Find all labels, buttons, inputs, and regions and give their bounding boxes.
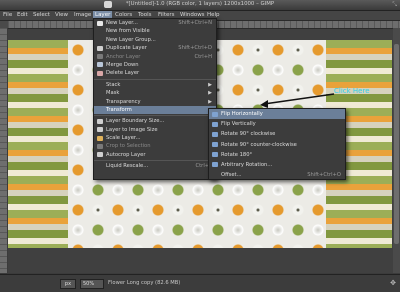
annotation-click-here: Click Here xyxy=(334,87,370,95)
menu-item-scale-layer[interactable]: Scale Layer... xyxy=(94,134,216,142)
menu-image[interactable]: Image xyxy=(74,12,91,18)
rotate-ccw-icon xyxy=(212,142,218,148)
menu-item-crop-to-selection[interactable]: Crop to Selection xyxy=(94,142,216,150)
window-titlebar: *[Untitled]-1.0 (RGB color, 1 layers) 12… xyxy=(0,0,400,11)
menu-item-new-from-visible[interactable]: New from Visible xyxy=(94,27,216,35)
menu-select[interactable]: Select xyxy=(33,12,50,18)
rotate-180-icon xyxy=(212,152,218,158)
navigate-icon[interactable]: ✥ xyxy=(390,279,396,287)
menu-separator xyxy=(94,115,216,117)
crop-icon xyxy=(97,143,103,149)
flip-vertical-icon xyxy=(212,121,218,127)
scale-icon xyxy=(97,135,103,141)
new-layer-icon xyxy=(97,20,103,26)
menu-item-new-layer[interactable]: New Layer... Shift+Ctrl+N xyxy=(94,19,216,27)
submenu-item-offset[interactable]: Offset... Shift+Ctrl+O xyxy=(209,170,345,180)
zoom-selector[interactable]: 50% xyxy=(80,279,104,289)
submenu-item-rotate-180[interactable]: Rotate 180° xyxy=(209,150,345,160)
menu-item-duplicate-layer[interactable]: Duplicate Layer Shift+Ctrl+D xyxy=(94,44,216,52)
vertical-scrollbar[interactable] xyxy=(393,28,400,273)
submenu-item-arbitrary-rotation[interactable]: Arbitrary Rotation... xyxy=(209,160,345,170)
resize-icon[interactable]: ⤡ xyxy=(392,1,397,9)
anchor-icon xyxy=(97,54,103,60)
layer-to-image-icon xyxy=(97,127,103,133)
menu-separator xyxy=(94,160,216,162)
menu-item-new-layer-group[interactable]: New Layer Group... xyxy=(94,36,216,44)
unit-selector[interactable]: px xyxy=(60,279,76,289)
menu-item-autocrop-layer[interactable]: Autocrop Layer xyxy=(94,151,216,159)
menu-file[interactable]: File xyxy=(3,12,12,18)
menu-item-liquid-rescale[interactable]: Liquid Rescale... Ctrl+L xyxy=(94,162,216,170)
layer-menu: New Layer... Shift+Ctrl+N New from Visibl… xyxy=(93,18,217,180)
menu-item-layer-boundary-size[interactable]: Layer Boundary Size... xyxy=(94,117,216,125)
rotate-cw-icon xyxy=(212,131,218,137)
menu-item-merge-down[interactable]: Merge Down xyxy=(94,61,216,69)
annotation-arrow-icon xyxy=(260,93,335,108)
ruler-corner[interactable] xyxy=(0,21,8,28)
boundary-icon xyxy=(97,118,103,124)
submenu-item-flip-vertically[interactable]: Flip Vertically xyxy=(209,119,345,129)
menu-item-anchor-layer[interactable]: Anchor Layer Ctrl+H xyxy=(94,53,216,61)
merge-icon xyxy=(97,62,103,68)
stripe-border-left xyxy=(8,40,68,248)
status-message: Flower Long copy (82.6 MB) xyxy=(108,280,181,286)
vertical-ruler[interactable] xyxy=(0,28,7,273)
arbitrary-rotation-icon xyxy=(212,162,218,168)
menu-item-layer-to-image-size[interactable]: Layer to Image Size xyxy=(94,126,216,134)
flip-horizontal-icon xyxy=(212,111,218,117)
menu-item-delete-layer[interactable]: Delete Layer xyxy=(94,69,216,77)
menu-item-transparency[interactable]: Transparency ▶ xyxy=(94,98,216,106)
autocrop-icon xyxy=(97,152,103,158)
duplicate-layer-icon xyxy=(97,45,103,51)
statusbar: px 50% Flower Long copy (82.6 MB) ✥ xyxy=(0,274,400,292)
delete-icon xyxy=(97,70,103,76)
menu-separator xyxy=(94,78,216,80)
menu-edit[interactable]: Edit xyxy=(17,12,28,18)
submenu-arrow-icon: ▶ xyxy=(208,90,212,97)
submenu-item-rotate-90-ccw[interactable]: Rotate 90° counter-clockwise xyxy=(209,140,345,150)
menu-view[interactable]: View xyxy=(55,12,68,18)
window-title: *[Untitled]-1.0 (RGB color, 1 layers) 12… xyxy=(125,1,275,7)
submenu-arrow-icon: ▶ xyxy=(208,81,212,88)
scrollbar-thumb[interactable] xyxy=(394,44,399,244)
submenu-arrow-icon: ▶ xyxy=(208,98,212,105)
menu-item-stack[interactable]: Stack ▶ xyxy=(94,81,216,89)
menu-item-mask[interactable]: Mask ▶ xyxy=(94,89,216,97)
menu-item-transform[interactable]: Transform▶ xyxy=(94,105,216,115)
transform-submenu: Flip Horizontally Flip Vertically Rotate… xyxy=(208,108,346,180)
submenu-item-rotate-90-cw[interactable]: Rotate 90° clockwise xyxy=(209,129,345,139)
